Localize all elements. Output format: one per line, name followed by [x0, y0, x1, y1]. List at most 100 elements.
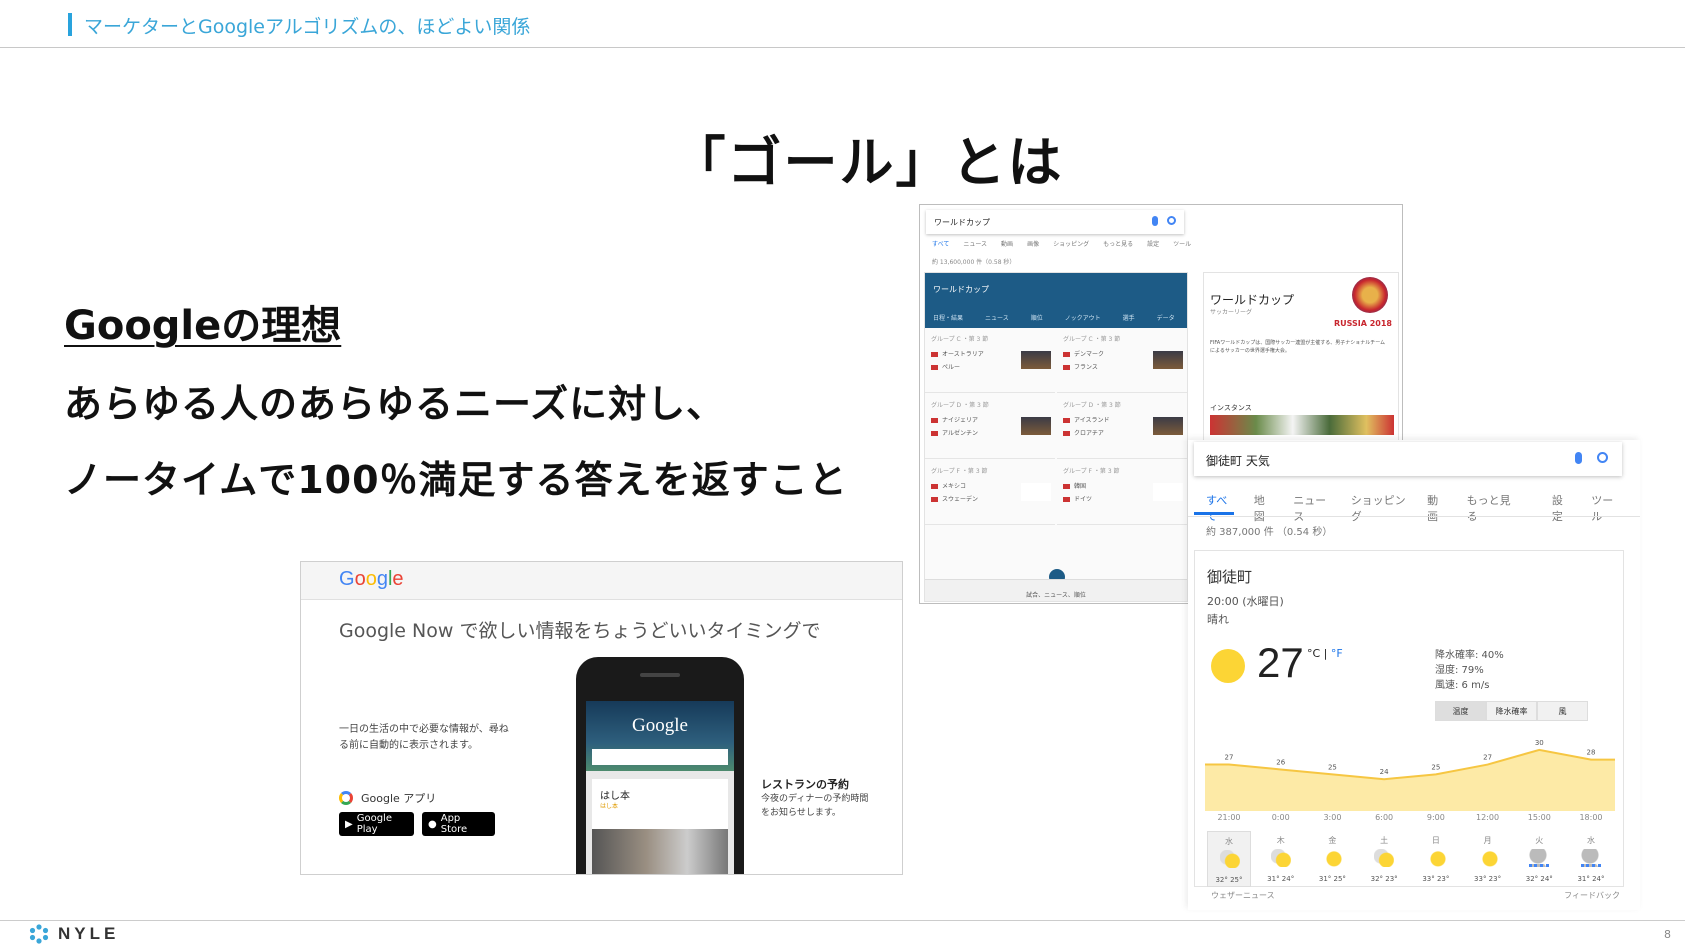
day-name: 金 — [1328, 836, 1337, 845]
day-forecast[interactable]: 土 32° 23° — [1362, 831, 1406, 887]
partly-icon — [1220, 850, 1240, 868]
sun-icon — [1477, 849, 1498, 867]
google-logo-letter: G — [339, 568, 355, 590]
match-cell[interactable]: グループ D ・第 3 節 ナイジェリア アルゼンチン — [925, 395, 1055, 459]
unit-fahrenheit[interactable]: °F — [1331, 647, 1343, 660]
ideal-line-1: あらゆる人のあらゆるニーズに対し、 — [64, 382, 726, 426]
unit-separator: | — [1320, 647, 1331, 660]
card-tab[interactable]: データ — [1157, 313, 1175, 322]
day-temperature: 31° 24° — [1267, 875, 1295, 883]
mic-icon[interactable] — [1575, 452, 1582, 464]
search-icon[interactable] — [1597, 452, 1608, 463]
card-tab[interactable]: 選手 — [1123, 313, 1135, 322]
tab-news[interactable]: ニュース — [1293, 492, 1330, 524]
google-play-label: Google Play — [356, 813, 392, 835]
day-name: 月 — [1483, 836, 1492, 845]
google-app-text: Google アプリ — [361, 792, 437, 805]
search-icon[interactable] — [1167, 216, 1176, 225]
hourly-temperature-chart: 27 26 25 24 25 27 30 28 — [1205, 739, 1615, 811]
match-cell[interactable]: グループ C ・第 3 節 デンマーク フランス — [1057, 329, 1187, 393]
tab-all[interactable]: すべて — [1206, 492, 1233, 524]
tab-images[interactable]: 画像 — [1027, 239, 1039, 248]
google-play-button[interactable]: ▶ Google Play — [339, 812, 414, 836]
weather-stats: 降水確率: 40% 湿度: 79% 風速: 6 m/s — [1435, 648, 1504, 693]
worldcup-tabs: すべて ニュース 動画 画像 ショッピング もっと見る 設定 ツール — [932, 239, 1191, 248]
tab-shopping[interactable]: ショッピング — [1351, 492, 1406, 524]
phone-speaker — [640, 673, 680, 677]
google-now-tagline: Google Now で欲しい情報をちょうどいいタイミングで — [339, 620, 821, 642]
card-tab[interactable]: 順位 — [1031, 313, 1043, 322]
match-group: グループ D ・第 3 節 — [1063, 402, 1121, 409]
tab-news[interactable]: ニュース — [963, 239, 987, 248]
tab-tools[interactable]: ツール — [1591, 492, 1619, 524]
phone-restaurant-card: はし本 はし本 — [592, 779, 728, 874]
card-tab[interactable]: 日程・結果 — [933, 313, 963, 322]
weather-search-box[interactable]: 御徒町 天気 — [1194, 442, 1622, 476]
header-title: マーケターとGoogleアルゴリズムの、ほどよい関係 — [84, 16, 531, 38]
temperature-label: 28 — [1587, 749, 1596, 757]
toggle-precipitation[interactable]: 降水確率 — [1486, 701, 1537, 721]
match-team: フランス — [1063, 362, 1098, 371]
tab-shopping[interactable]: ショッピング — [1053, 239, 1089, 248]
match-cell[interactable]: グループ F ・第 3 節 韓国 ドイツ — [1057, 461, 1187, 525]
toggle-wind[interactable]: 風 — [1537, 701, 1588, 721]
tab-all[interactable]: すべて — [932, 239, 949, 248]
temperature-unit-toggle[interactable]: °C | °F — [1307, 647, 1343, 660]
hour-label: 0:00 — [1271, 813, 1290, 822]
tab-tools[interactable]: ツール — [1173, 239, 1191, 248]
tab-more[interactable]: もっと見る — [1467, 492, 1513, 524]
restaurant-title: レストランの予約 — [761, 778, 849, 791]
google-logo-letter: o — [354, 568, 366, 590]
phone-search-bar — [592, 749, 728, 765]
hour-label: 21:00 — [1217, 813, 1241, 822]
brand-name: NYLE — [58, 924, 120, 943]
match-cell[interactable]: グループ C ・第 3 節 オーストラリア ペルー — [925, 329, 1055, 393]
day-forecast[interactable]: 火 32° 24° — [1517, 831, 1561, 887]
weather-source-link[interactable]: ウェザーニュース — [1211, 890, 1275, 901]
day-temperature: 33° 23° — [1422, 875, 1450, 883]
mic-icon[interactable] — [1152, 216, 1158, 226]
day-name: 土 — [1380, 836, 1389, 845]
weather-time: 20:00 (水曜日) — [1207, 595, 1284, 608]
app-store-label: App Store — [440, 813, 468, 835]
match-team: アイスランド — [1063, 415, 1110, 424]
chart-mode-toggle: 温度 降水確率 風 — [1435, 701, 1588, 721]
match-cell[interactable]: グループ F ・第 3 節 メキシコ スウェーデン — [925, 461, 1055, 525]
worldcup-search-box[interactable]: ワールドカップ — [926, 210, 1184, 234]
google-logo-letter: g — [376, 568, 388, 590]
hour-label: 18:00 — [1579, 813, 1603, 822]
tab-more[interactable]: もっと見る — [1103, 239, 1133, 248]
worldcup-card-footer[interactable]: 試合、ニュース、順位 — [925, 579, 1187, 601]
match-thumbnail — [1153, 351, 1183, 369]
day-forecast[interactable]: 日 33° 23° — [1414, 831, 1458, 887]
match-cell[interactable]: グループ D ・第 3 節 アイスランド クロアチア — [1057, 395, 1187, 459]
tab-videos[interactable]: 動画 — [1001, 239, 1013, 248]
card-tab[interactable]: ニュース — [985, 313, 1009, 322]
app-store-button[interactable]: ● App Store — [422, 812, 495, 836]
phone-card-subtitle: はし本 — [600, 803, 619, 810]
match-team: 韓国 — [1063, 481, 1086, 490]
unit-celsius[interactable]: °C — [1307, 647, 1320, 660]
kp-image-strip[interactable] — [1210, 415, 1394, 435]
tab-maps[interactable]: 地図 — [1254, 492, 1272, 524]
restaurant-description: 今夜のディナーの予約時間をお知らせします。 — [761, 794, 869, 818]
match-team: スウェーデン — [931, 494, 978, 503]
day-forecast[interactable]: 金 31° 25° — [1310, 831, 1354, 887]
temperature-label: 26 — [1276, 758, 1285, 766]
google-now-header: Google — [301, 562, 902, 600]
day-forecast[interactable]: 月 33° 23° — [1466, 831, 1510, 887]
wind-speed: 風速: 6 m/s — [1435, 680, 1490, 691]
apple-icon: ● — [428, 818, 437, 830]
tab-settings[interactable]: 設定 — [1552, 492, 1570, 524]
feedback-link[interactable]: フィードバック — [1564, 890, 1620, 901]
toggle-temperature[interactable]: 温度 — [1435, 701, 1486, 721]
day-forecast[interactable]: 水 31° 24° — [1569, 831, 1613, 887]
day-forecast[interactable]: 木 31° 24° — [1259, 831, 1303, 887]
phone-mockup: Google はし本 はし本 — [576, 657, 744, 874]
tab-videos[interactable]: 動画 — [1427, 492, 1445, 524]
match-thumbnail — [1153, 417, 1183, 435]
card-tab[interactable]: ノックアウト — [1065, 313, 1101, 322]
tab-settings[interactable]: 設定 — [1147, 239, 1159, 248]
day-forecast[interactable]: 水 32° 25° — [1207, 831, 1251, 887]
google-logo-letter: o — [365, 568, 377, 590]
